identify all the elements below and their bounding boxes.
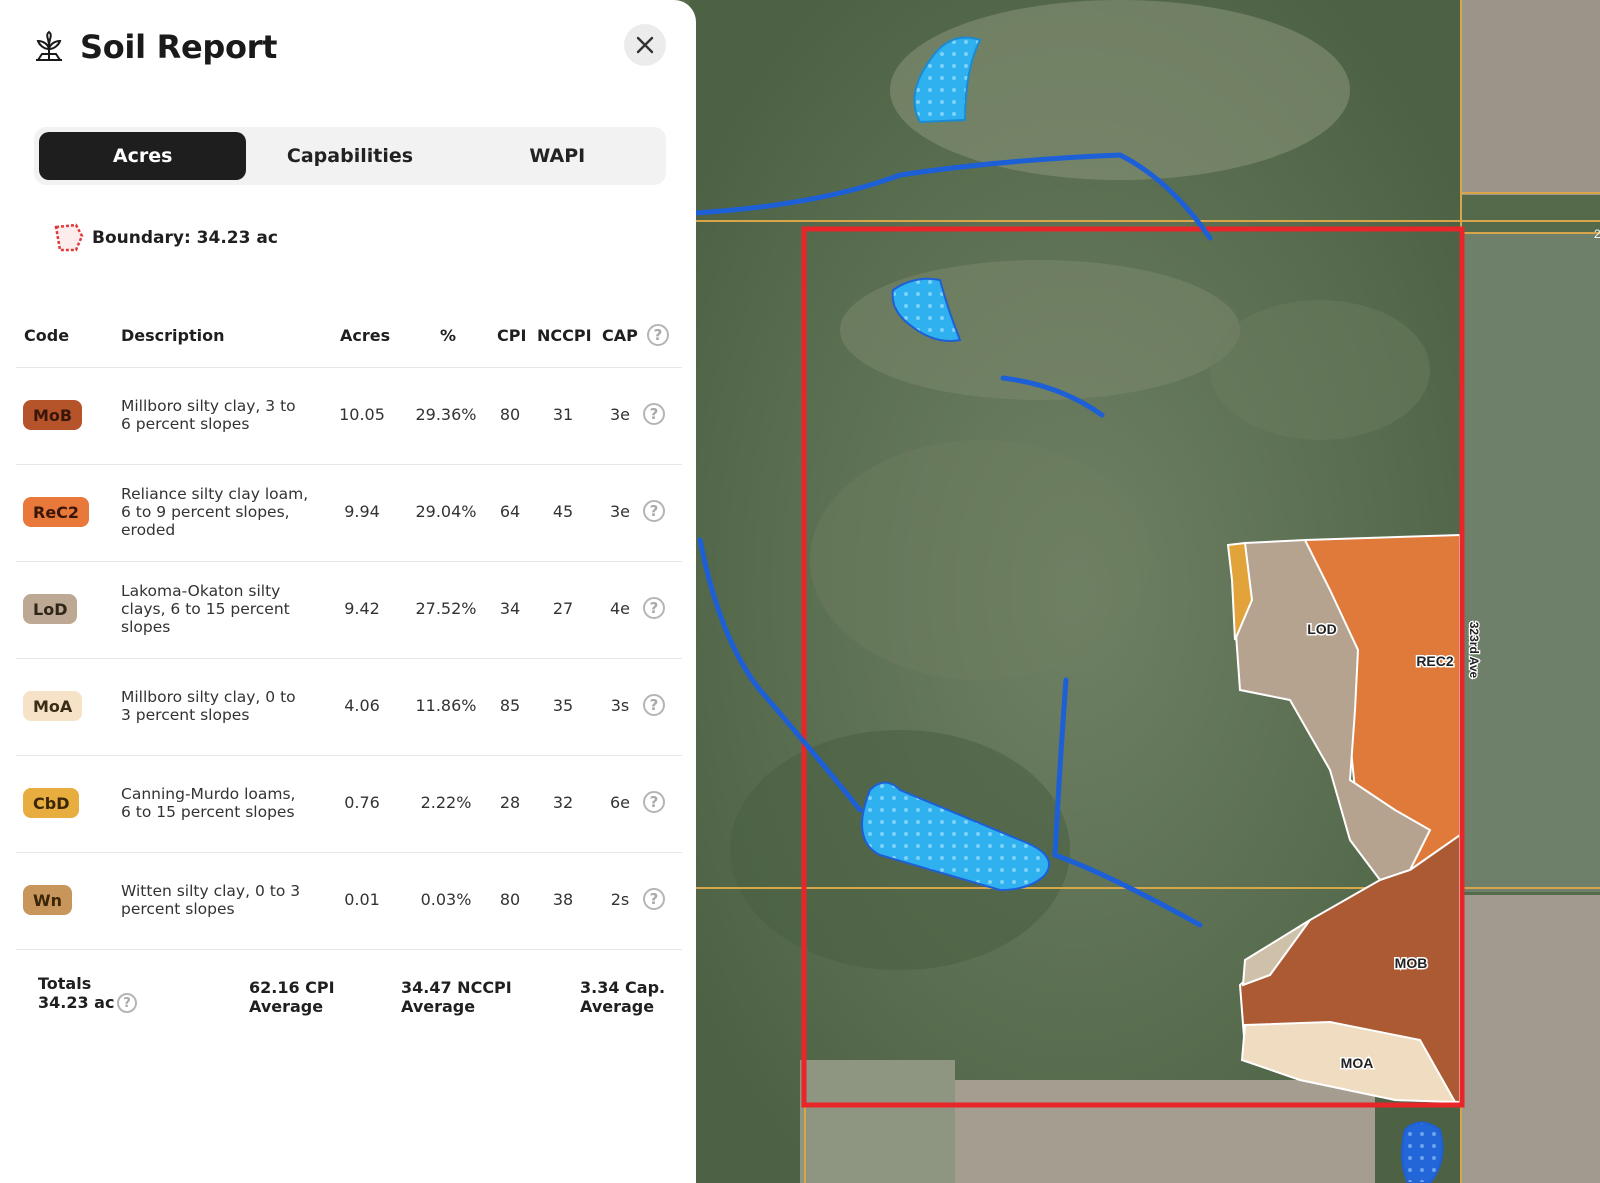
page-title: Soil Report (80, 28, 278, 66)
cell-acres: 9.42 (344, 599, 380, 618)
pond[interactable] (1401, 1121, 1444, 1183)
field-plot (1462, 895, 1600, 1183)
table-row[interactable]: ReC2 Reliance silty clay loam, 6 to 9 perc… (0, 464, 696, 560)
table-divider (16, 949, 682, 950)
field-plot (1462, 0, 1600, 195)
cap-help-icon[interactable]: ? (643, 791, 665, 813)
close-button[interactable] (624, 24, 666, 66)
col-header-percent: % (440, 326, 457, 345)
soil-report-panel: Soil Report Acres Capabilities WAPI Boun… (0, 0, 696, 1183)
panel-header: Soil Report (32, 28, 277, 66)
boundary-summary: Boundary: 34.23 ac (52, 222, 278, 254)
soil-description: Canning-Murdo loams, 6 to 15 percent slop… (121, 785, 296, 821)
col-header-description: Description (121, 326, 225, 345)
close-icon (636, 36, 654, 54)
totals-nccpi-avg: 34.47 NCCPI Average (401, 978, 512, 1016)
totals-cpi-avg: 62.16 CPI Average (249, 978, 335, 1016)
tab-wapi[interactable]: WAPI (454, 132, 661, 180)
soil-label-moa: MOA (1341, 1055, 1374, 1071)
col-header-acres: Acres (340, 326, 391, 345)
soil-description: Millboro silty clay, 0 to 3 percent slope… (121, 688, 296, 724)
totals-acres: 34.23 ac (38, 993, 115, 1012)
soil-code-chip: LoD (23, 594, 78, 624)
tab-capabilities[interactable]: Capabilities (246, 132, 453, 180)
cell-acres: 4.06 (344, 696, 380, 715)
cap-help-icon[interactable]: ? (643, 888, 665, 910)
totals-label: Totals (38, 974, 92, 993)
field-plot (1462, 232, 1600, 892)
plant-seedling-icon (36, 30, 62, 61)
col-header-cap: CAP (602, 326, 638, 345)
soil-label-lod: LOD (1307, 621, 1337, 637)
cell-acres: 0.01 (344, 890, 380, 909)
soil-description: Reliance silty clay loam, 6 to 9 percent … (121, 485, 309, 539)
soil-code-chip: CbD (23, 788, 80, 818)
cell-acres: 10.05 (339, 405, 385, 424)
soil-label-rec2: REC2 (1416, 653, 1454, 669)
cap-help-icon[interactable]: ? (643, 403, 665, 425)
table-row[interactable]: MoA Millboro silty clay, 0 to 3 percent sl… (0, 658, 696, 754)
col-header-cpi: CPI (497, 326, 527, 345)
report-tabs: Acres Capabilities WAPI (34, 127, 666, 185)
cap-help-icon[interactable]: ? (647, 324, 669, 346)
totals-help-icon[interactable]: ? (117, 993, 137, 1013)
cap-help-icon[interactable]: ? (643, 500, 665, 522)
soil-description: Witten silty clay, 0 to 3 percent slopes (121, 882, 301, 918)
soil-code-chip: MoA (23, 691, 83, 721)
cell-acres: 0.76 (344, 793, 380, 812)
col-header-code: Code (24, 326, 70, 345)
table-row[interactable]: LoD Lakoma-Okaton silty clays, 6 to 15 per… (0, 561, 696, 657)
boundary-label: Boundary: 34.23 ac (92, 228, 278, 248)
soil-code-chip: MoB (23, 400, 83, 430)
cap-help-icon[interactable]: ? (643, 597, 665, 619)
field-plot (955, 1080, 1375, 1183)
terrace-patch (840, 260, 1240, 400)
soil-description: Lakoma-Okaton silty clays, 6 to 15 percen… (121, 582, 290, 636)
cell-acres: 9.94 (344, 502, 380, 521)
soil-description: Millboro silty clay, 3 to 6 percent slope… (121, 397, 296, 433)
table-row[interactable]: CbD Canning-Murdo loams, 6 to 15 percent s… (0, 755, 696, 851)
totals-cap-avg: 3.34 Cap. Average (580, 978, 666, 1016)
tab-acres[interactable]: Acres (39, 132, 247, 180)
col-header-nccpi: NCCPI (537, 326, 592, 345)
map-edge-label: 2 (1594, 227, 1600, 241)
road-label: 323rd Ave (1467, 622, 1481, 679)
table-row[interactable]: Wn Witten silty clay, 0 to 3 percent slope… (0, 852, 696, 948)
soil-code-chip: ReC2 (23, 497, 90, 527)
table-row[interactable]: MoB Millboro silty clay, 3 to 6 percent sl… (0, 367, 696, 463)
boundary-polygon-icon (54, 223, 84, 252)
cap-help-icon[interactable]: ? (643, 694, 665, 716)
soil-code-chip: Wn (23, 885, 73, 915)
soil-label-mob: MOB (1395, 955, 1428, 971)
